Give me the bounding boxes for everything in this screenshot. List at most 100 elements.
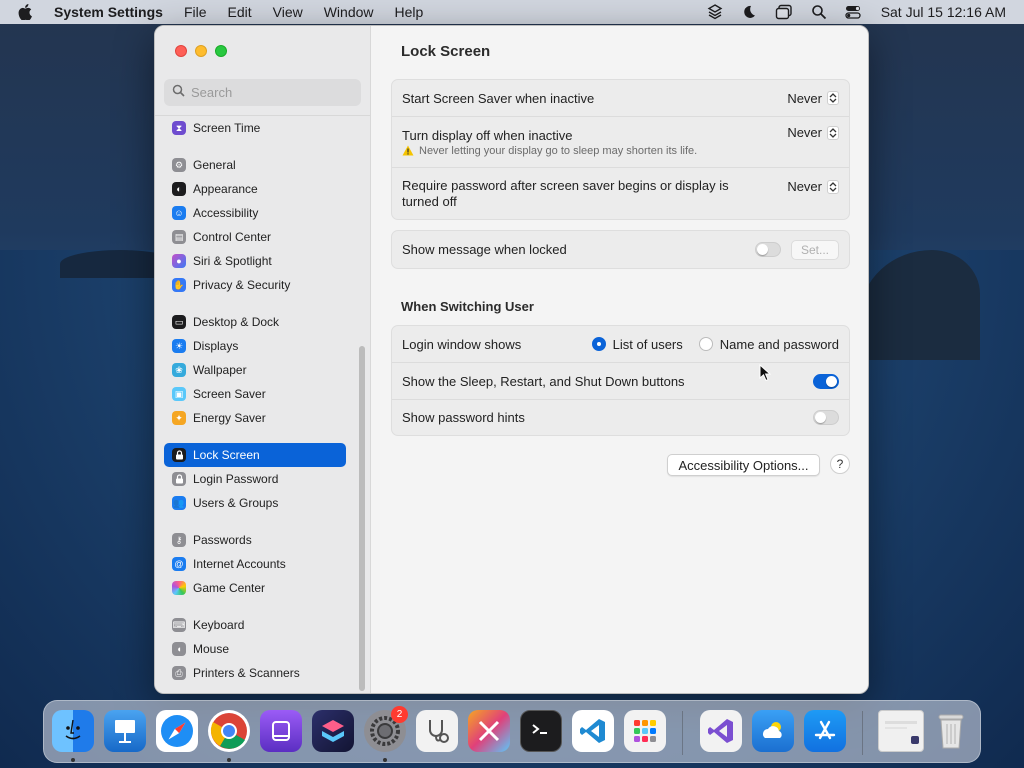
dock-trash-icon[interactable] bbox=[930, 710, 972, 752]
sidebar-item-label: Energy Saver bbox=[193, 411, 266, 425]
help-button[interactable]: ? bbox=[830, 454, 850, 474]
sidebar-item-internet-accounts[interactable]: @ Internet Accounts bbox=[164, 552, 346, 576]
sidebar-item-label: Displays bbox=[193, 339, 239, 353]
sidebar-scrollbar[interactable] bbox=[359, 346, 365, 691]
sidebar-item-desktop-dock[interactable]: ▭ Desktop & Dock bbox=[164, 310, 346, 334]
dock-weather-icon[interactable] bbox=[752, 710, 794, 752]
dock: 2 bbox=[43, 700, 981, 763]
dock-vscode-icon[interactable] bbox=[572, 710, 614, 752]
sidebar-item-lock-screen[interactable]: Lock Screen bbox=[164, 443, 346, 467]
show-message-toggle[interactable] bbox=[755, 242, 781, 257]
dock-terminal-icon[interactable] bbox=[520, 710, 562, 752]
dock-icon: ▭ bbox=[172, 315, 186, 329]
dock-app-store-icon[interactable] bbox=[804, 710, 846, 752]
key-icon: ⚷ bbox=[172, 533, 186, 547]
sidebar-item-screen-time[interactable]: ⧗ Screen Time bbox=[164, 116, 346, 140]
menu-app-name[interactable]: System Settings bbox=[54, 4, 163, 20]
mouse-icon: ◖ bbox=[172, 642, 186, 656]
keyboard-icon: ⌨ bbox=[172, 618, 186, 632]
dock-window-preview-icon[interactable] bbox=[878, 710, 924, 752]
switching-user-title: When Switching User bbox=[401, 299, 534, 314]
menu-file[interactable]: File bbox=[184, 4, 207, 20]
sidebar-item-siri-spotlight[interactable]: ● Siri & Spotlight bbox=[164, 249, 346, 273]
sidebar-item-keyboard[interactable]: ⌨ Keyboard bbox=[164, 613, 346, 637]
password-hints-row: Show password hints bbox=[392, 399, 849, 435]
search-input[interactable] bbox=[191, 85, 351, 100]
set-message-button[interactable]: Set... bbox=[791, 239, 839, 260]
chevron-up-down-icon bbox=[827, 179, 839, 194]
menu-edit[interactable]: Edit bbox=[228, 4, 252, 20]
dock-separator bbox=[682, 711, 683, 755]
sleep-buttons-toggle[interactable] bbox=[813, 373, 839, 389]
login-window-label: Login window shows bbox=[402, 336, 522, 352]
sidebar-item-general[interactable]: ⚙ General bbox=[164, 153, 346, 177]
screen-saver-popup[interactable]: Never bbox=[787, 91, 839, 106]
message-group: Show message when locked Set... bbox=[391, 230, 850, 269]
zoom-window-button[interactable] bbox=[215, 45, 227, 57]
traffic-lights bbox=[175, 45, 235, 57]
layers-icon[interactable] bbox=[707, 4, 723, 20]
dock-shortcuts-icon[interactable] bbox=[312, 710, 354, 752]
display-off-popup[interactable]: Never bbox=[787, 125, 839, 140]
sleep-buttons-row: Show the Sleep, Restart, and Shut Down b… bbox=[392, 362, 849, 399]
users-icon: 👥 bbox=[172, 496, 186, 510]
sidebar-item-privacy-security[interactable]: ✋ Privacy & Security bbox=[164, 273, 346, 297]
dock-finder-icon[interactable] bbox=[52, 710, 94, 752]
sidebar-item-users-groups[interactable]: 👥 Users & Groups bbox=[164, 491, 346, 515]
hand-icon: ✋ bbox=[172, 278, 186, 292]
minimize-window-button[interactable] bbox=[195, 45, 207, 57]
radio-name-and-password[interactable]: Name and password bbox=[698, 337, 839, 352]
password-hints-toggle[interactable] bbox=[813, 410, 839, 425]
control-center-icon[interactable] bbox=[845, 4, 861, 20]
login-window-radio-group: List of users Name and password bbox=[576, 337, 839, 352]
accessibility-options-button[interactable]: Accessibility Options... bbox=[667, 454, 820, 476]
sidebar-item-printers-scanners[interactable]: ⎙ Printers & Scanners bbox=[164, 661, 346, 685]
at-icon: @ bbox=[172, 557, 186, 571]
dock-safari-icon[interactable] bbox=[156, 710, 198, 752]
window-switcher-icon[interactable] bbox=[775, 4, 793, 20]
sidebar-item-displays[interactable]: ☀ Displays bbox=[164, 334, 346, 358]
appearance-icon: ◐ bbox=[172, 182, 186, 196]
sidebar-item-label: Users & Groups bbox=[193, 496, 279, 510]
sidebar-item-label: Game Center bbox=[193, 581, 266, 595]
dock-launchpad-icon[interactable] bbox=[624, 710, 666, 752]
sidebar-item-game-center[interactable]: Game Center bbox=[164, 576, 346, 600]
dock-utility-icon[interactable] bbox=[468, 710, 510, 752]
dock-podcasts-icon[interactable] bbox=[260, 710, 302, 752]
sidebar-item-screen-saver[interactable]: ▣ Screen Saver bbox=[164, 382, 346, 406]
chevron-up-down-icon bbox=[827, 91, 839, 105]
show-message-row: Show message when locked Set... bbox=[392, 231, 849, 268]
menu-clock[interactable]: Sat Jul 15 12:16 AM bbox=[881, 4, 1006, 20]
sidebar-item-appearance[interactable]: ◐ Appearance bbox=[164, 177, 346, 201]
sidebar-item-label: Siri & Spotlight bbox=[193, 254, 272, 268]
spotlight-search-icon[interactable] bbox=[811, 4, 827, 20]
sidebar-item-energy-saver[interactable]: ✦ Energy Saver bbox=[164, 406, 346, 430]
screen-saver-label: Start Screen Saver when inactive bbox=[402, 90, 595, 106]
sidebar-item-login-password[interactable]: Login Password bbox=[164, 467, 346, 491]
require-password-popup[interactable]: Never bbox=[787, 179, 839, 194]
dock-keynote-icon[interactable] bbox=[104, 710, 146, 752]
display-off-row: Turn display off when inactive Never let… bbox=[392, 116, 849, 167]
sidebar-item-label: Screen Time bbox=[193, 121, 261, 135]
sidebar-item-passwords[interactable]: ⚷ Passwords bbox=[164, 528, 346, 552]
radio-label: List of users bbox=[612, 336, 683, 352]
sidebar-search[interactable] bbox=[164, 79, 361, 106]
accessibility-icon: ☺ bbox=[172, 206, 186, 220]
close-window-button[interactable] bbox=[175, 45, 187, 57]
dock-stethoscope-icon[interactable] bbox=[416, 710, 458, 752]
sidebar-item-mouse[interactable]: ◖ Mouse bbox=[164, 637, 346, 661]
sidebar-item-label: Mouse bbox=[193, 642, 230, 656]
menu-help[interactable]: Help bbox=[395, 4, 424, 20]
sidebar-item-wallpaper[interactable]: ❀ Wallpaper bbox=[164, 358, 346, 382]
apple-menu-icon[interactable] bbox=[18, 4, 36, 20]
menu-window[interactable]: Window bbox=[324, 4, 374, 20]
sidebar-item-control-center[interactable]: ▤ Control Center bbox=[164, 225, 346, 249]
dock-visual-studio-icon[interactable] bbox=[700, 710, 742, 752]
moon-icon[interactable] bbox=[741, 4, 757, 20]
sun-icon: ☀ bbox=[172, 339, 186, 353]
dock-chrome-icon[interactable] bbox=[208, 710, 250, 752]
radio-list-of-users[interactable]: List of users bbox=[591, 336, 683, 352]
sidebar-item-label: Screen Saver bbox=[193, 387, 266, 401]
sidebar-item-accessibility[interactable]: ☺ Accessibility bbox=[164, 201, 346, 225]
menu-view[interactable]: View bbox=[273, 4, 303, 20]
